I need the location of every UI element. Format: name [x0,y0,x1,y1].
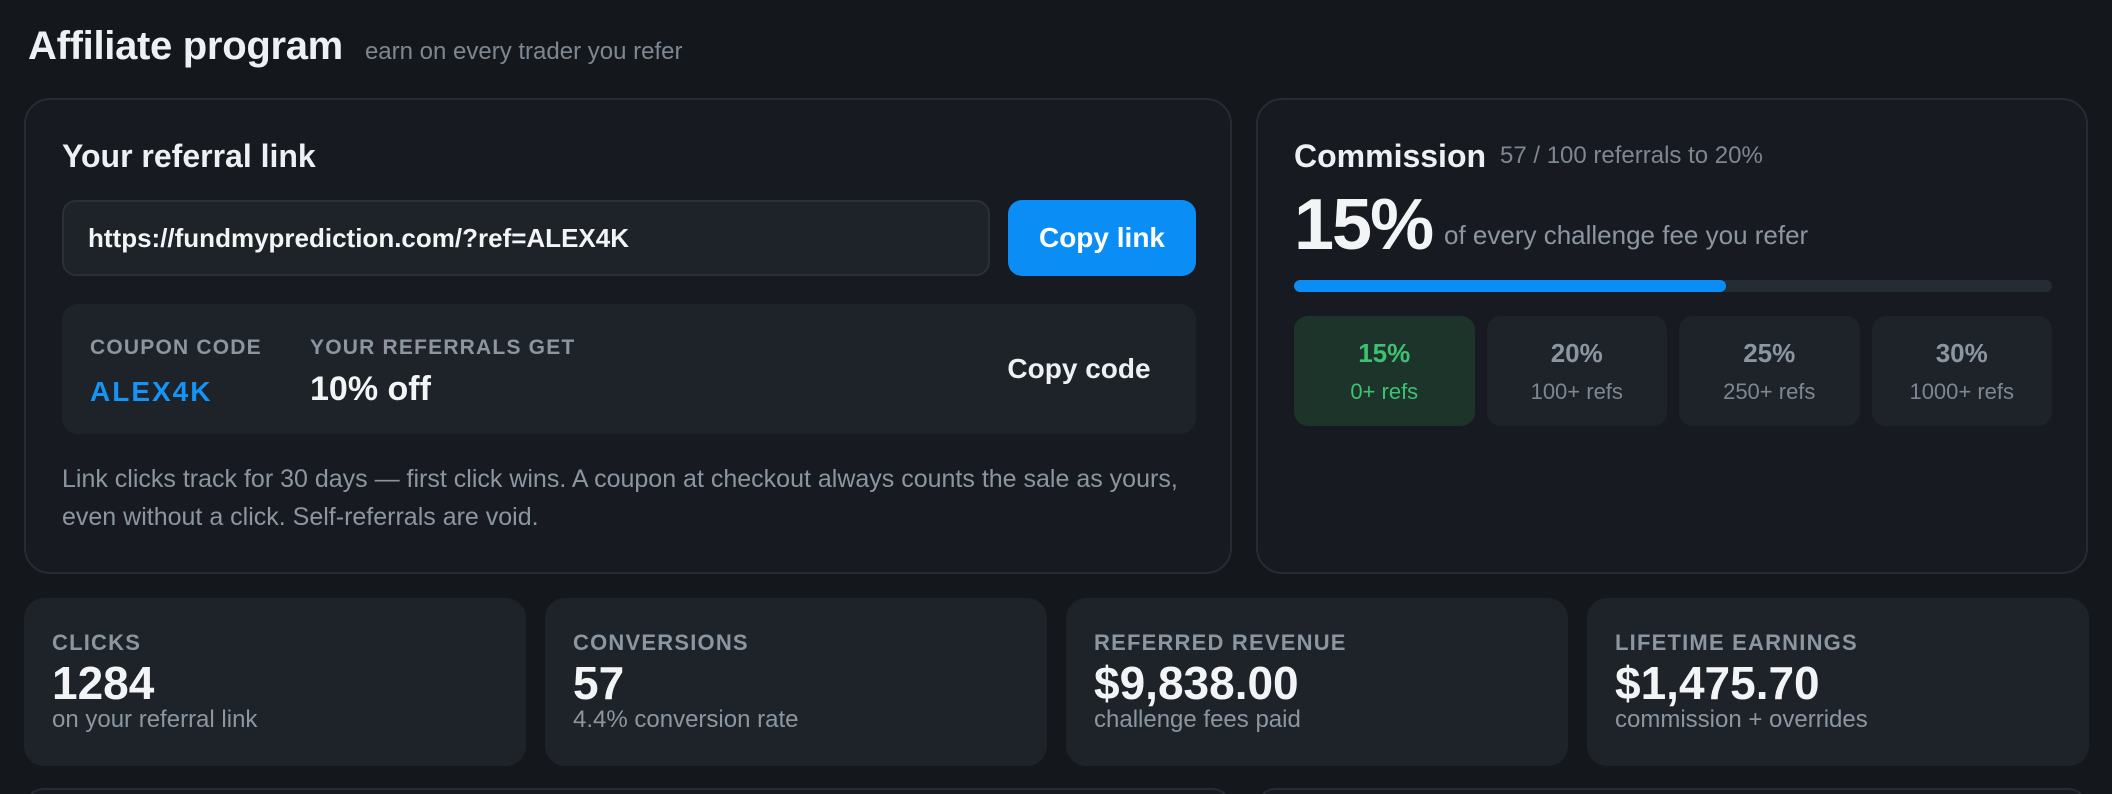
stat-card-referred-revenue: REFERRED REVENUE $9,838.00 challenge fee… [1066,598,1568,766]
tier-rate: 30% [1935,337,1988,368]
stat-label: CLICKS [52,630,142,655]
commission-description: of every challenge fee you refer [1444,220,1809,250]
tier-rate: 20% [1550,337,1603,368]
coupon-code-label: COUPON CODE [90,336,262,359]
tier-card: 25% 250+ refs [1679,316,1860,426]
stat-value: 57 [573,657,625,709]
next-card-left [24,788,1232,794]
commission-rate: 15% [1294,185,1434,265]
stat-card-clicks: CLICKS 1284 on your referral link [24,598,526,766]
tier-refs: 0+ refs [1350,378,1419,404]
coupon-box: COUPON CODE ALEX4K YOUR REFERRALS GET 10… [62,304,1196,434]
referral-link-input[interactable] [62,200,990,276]
tier-rate: 15% [1358,337,1411,368]
commission-progress-fill [1294,280,1727,292]
page-subtitle: earn on every trader you refer [364,38,683,65]
commission-card-title: Commission [1294,138,1487,174]
next-card-right [1256,788,2088,794]
copy-code-button[interactable]: Copy code [984,338,1174,400]
tier-refs: 100+ refs [1530,378,1623,404]
tier-card: 15% 0+ refs [1294,316,1475,426]
referral-discount-value: 10% off [310,370,431,408]
stat-subtext: commission + overrides [1615,706,1868,733]
stat-card-lifetime-earnings: LIFETIME EARNINGS $1,475.70 commission +… [1587,598,2089,766]
referral-discount-label: YOUR REFERRALS GET [310,336,576,359]
affiliate-page: Affiliate program earn on every trader y… [0,0,2112,794]
referral-card-title: Your referral link [62,138,316,174]
tier-refs: 250+ refs [1723,378,1816,404]
stat-subtext: challenge fees paid [1094,706,1301,733]
tier-card: 20% 100+ refs [1486,316,1667,426]
commission-card: Commission 57 / 100 referrals to 20% 15%… [1256,98,2088,574]
commission-tiers: 15% 0+ refs 20% 100+ refs 25% 250+ refs … [1294,316,2052,426]
page-title: Affiliate program [28,24,343,68]
tier-refs: 1000+ refs [1909,378,2015,404]
stat-value: $1,475.70 [1615,657,1820,709]
stat-subtext: on your referral link [52,706,258,733]
page-header: Affiliate program earn on every trader y… [28,24,682,69]
stat-label: REFERRED REVENUE [1094,630,1347,655]
tier-card: 30% 1000+ refs [1871,316,2052,426]
coupon-code-value: ALEX4K [90,376,213,407]
copy-link-button[interactable]: Copy link [1008,200,1196,276]
stat-label: LIFETIME EARNINGS [1615,630,1858,655]
referral-tracking-note: Link clicks track for 30 days — first cl… [62,465,1178,531]
stat-card-conversions: CONVERSIONS 57 4.4% conversion rate [545,598,1047,766]
stat-value: 1284 [52,657,155,709]
stat-subtext: 4.4% conversion rate [573,706,799,733]
commission-progress-bar [1294,280,2052,292]
stat-value: $9,838.00 [1094,657,1299,709]
commission-progress-text: 57 / 100 referrals to 20% [1500,142,1763,169]
tier-rate: 25% [1743,337,1796,368]
stat-label: CONVERSIONS [573,630,749,655]
referral-link-card: Your referral link Copy link COUPON CODE… [24,98,1232,574]
